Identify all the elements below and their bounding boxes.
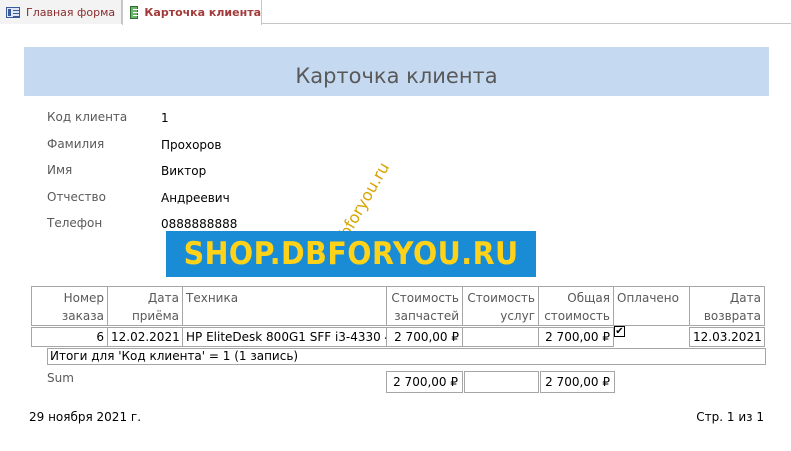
column-header-paid: Оплачено bbox=[613, 286, 690, 326]
field-value-name: Виктор bbox=[161, 164, 207, 178]
document-tab-strip: Главная форма Карточка клиента bbox=[0, 0, 791, 25]
field-value-patronymic: Андреевич bbox=[161, 191, 230, 205]
watermark-banner-text: SHOP.DBFORYOU.RU bbox=[183, 236, 519, 272]
tab-main-form[interactable]: Главная форма bbox=[0, 0, 122, 24]
column-header-equipment: Техника bbox=[182, 286, 387, 326]
field-label-patronymic: Отчество bbox=[47, 190, 106, 204]
tab-client-card[interactable]: Карточка клиента bbox=[122, 0, 262, 25]
column-header-services-cost-line1: Стоимость bbox=[467, 291, 535, 305]
sum-parts-cost: 2 700,00 ₽ bbox=[386, 371, 463, 393]
sum-label: Sum bbox=[47, 371, 74, 385]
group-footer-summary: Итоги для 'Код клиента' = 1 (1 запись) bbox=[47, 348, 766, 365]
watermark-banner: SHOP.DBFORYOU.RU bbox=[166, 231, 536, 277]
column-header-date-received: Дата приёма bbox=[107, 286, 183, 326]
table-cell-parts-cost: 2 700,00 ₽ bbox=[386, 327, 463, 347]
table-cell-order-no: 6 bbox=[31, 327, 108, 347]
column-header-return-date: Дата возврата bbox=[689, 286, 765, 326]
field-label-surname: Фамилия bbox=[47, 137, 105, 151]
column-header-parts-cost-line2: запчастей bbox=[394, 309, 459, 323]
table-cell-services-cost bbox=[462, 327, 539, 347]
column-header-date-received-line2: приёма bbox=[131, 309, 179, 323]
column-header-order-no-line1: Номер bbox=[63, 291, 104, 305]
sum-total-cost: 2 700,00 ₽ bbox=[540, 371, 615, 393]
column-header-services-cost-line2: услуг bbox=[500, 309, 535, 323]
column-header-total-cost: Общая стоимость bbox=[538, 286, 614, 326]
tab-client-card-label: Карточка клиента bbox=[144, 6, 261, 19]
column-header-parts-cost-line1: Стоимость bbox=[391, 291, 459, 305]
column-header-total-cost-line2: стоимость bbox=[544, 309, 610, 323]
table-cell-equipment: HP EliteDesk 800G1 SFF i3-4330 4G bbox=[182, 327, 387, 347]
paid-checkbox[interactable]: ✔ bbox=[614, 326, 625, 337]
table-cell-total-cost: 2 700,00 ₽ bbox=[538, 327, 614, 347]
form-icon bbox=[6, 6, 20, 18]
field-value-client-code: 1 bbox=[161, 111, 169, 125]
column-header-order-no: Номер заказа bbox=[31, 286, 108, 326]
tab-main-form-label: Главная форма bbox=[26, 5, 116, 19]
sum-services-cost bbox=[464, 371, 539, 393]
field-label-client-code: Код клиента bbox=[47, 110, 128, 124]
field-value-phone: 0888888888 bbox=[161, 217, 238, 231]
column-header-order-no-line2: заказа bbox=[61, 309, 104, 323]
report-title: Карточка клиента bbox=[295, 64, 498, 88]
column-header-date-received-line1: Дата bbox=[147, 291, 179, 305]
column-header-services-cost: Стоимость услуг bbox=[462, 286, 539, 326]
column-header-total-cost-line1: Общая bbox=[567, 291, 610, 305]
column-header-return-date-line2: возврата bbox=[703, 309, 761, 323]
table-cell-return-date: 12.03.2021 bbox=[689, 327, 765, 347]
column-header-parts-cost: Стоимость запчастей bbox=[386, 286, 463, 326]
table-cell-date-received: 12.02.2021 bbox=[107, 327, 183, 347]
footer-date: 29 ноября 2021 г. bbox=[29, 410, 142, 424]
column-header-return-date-line1: Дата bbox=[729, 291, 761, 305]
field-label-name: Имя bbox=[47, 163, 73, 177]
report-icon bbox=[130, 6, 140, 19]
footer-page-number: Стр. 1 из 1 bbox=[696, 410, 764, 424]
field-label-phone: Телефон bbox=[47, 216, 103, 230]
field-value-surname: Прохоров bbox=[161, 138, 222, 152]
